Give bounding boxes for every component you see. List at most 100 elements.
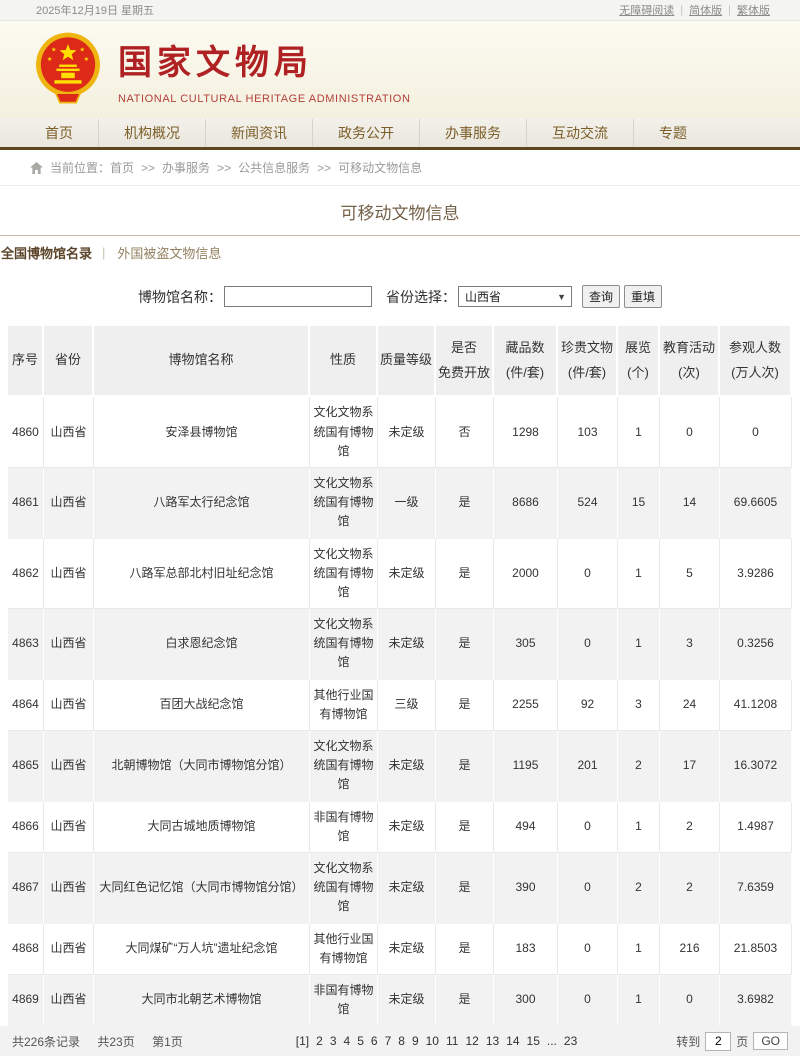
table-cell: 4866 [8, 802, 44, 853]
page-link[interactable]: 23 [564, 1034, 577, 1048]
table-cell: 1 [618, 539, 660, 610]
total-pages: 共23页 [97, 1035, 134, 1049]
breadcrumb-item[interactable]: 可移动文物信息 [338, 161, 422, 175]
table-cell: 大同煤矿“万人坑”遗址纪念馆 [94, 924, 310, 975]
page-link[interactable]: 11 [446, 1034, 458, 1048]
page-link[interactable]: 6 [371, 1034, 378, 1048]
table-cell: 1 [618, 802, 660, 853]
table-cell: 0 [558, 539, 618, 610]
table-cell: 305 [494, 609, 558, 680]
table-cell: 4860 [8, 397, 44, 468]
table-cell: 21.8503 [720, 924, 792, 975]
table-cell: 1 [618, 609, 660, 680]
column-header: 藏品数(件/套) [494, 326, 558, 397]
page-link[interactable]: 10 [426, 1034, 439, 1048]
page-link[interactable]: 5 [357, 1034, 364, 1048]
table-cell: 三级 [378, 680, 436, 731]
topbar-link-separator: | [680, 4, 683, 16]
table-header-row: 序号省份博物馆名称性质质量等级是否免费开放藏品数(件/套)珍贵文物(件/套)展览… [8, 326, 792, 397]
table-cell: 其他行业国有博物馆 [310, 924, 378, 975]
reset-button[interactable]: 重填 [624, 285, 662, 308]
table-cell: 1298 [494, 397, 558, 468]
province-selected-value: 山西省 [465, 288, 501, 305]
table-cell: 文化文物系统国有博物馆 [310, 731, 378, 802]
topbar-link[interactable]: 繁体版 [737, 2, 770, 18]
nav-item-3[interactable]: 新闻资讯 [205, 119, 312, 147]
nav-item-7[interactable]: 专题 [633, 119, 712, 147]
breadcrumb-item[interactable]: 首页 [110, 161, 134, 175]
page-link[interactable]: 12 [465, 1034, 478, 1048]
page-link[interactable]: 2 [316, 1034, 323, 1048]
nav-item-2[interactable]: 机构概况 [98, 119, 205, 147]
table-cell: 八路军太行纪念馆 [94, 468, 310, 539]
masthead: ★ ★ ★ ★ 国家文物局 NATIONAL CULTURAL HERITAGE… [0, 21, 800, 118]
table-cell: 是 [436, 609, 494, 680]
breadcrumb-item[interactable]: 公共信息服务 [238, 161, 310, 175]
page-link[interactable]: 9 [412, 1034, 419, 1048]
table-cell: 山西省 [44, 853, 94, 924]
total-records: 共226条记录 [12, 1035, 80, 1049]
goto-page: 转到 页 GO [676, 1032, 788, 1051]
tab-museum-directory[interactable]: 全国博物馆名录 [0, 243, 102, 262]
page-link[interactable]: ... [547, 1034, 557, 1048]
column-header: 博物馆名称 [94, 326, 310, 397]
table-cell: 未定级 [378, 924, 436, 975]
table-cell: 山西省 [44, 680, 94, 731]
page-link[interactable]: 7 [385, 1034, 392, 1048]
breadcrumb-item[interactable]: 办事服务 [162, 161, 210, 175]
go-button[interactable]: GO [753, 1032, 788, 1050]
table-cell: 4869 [8, 975, 44, 1026]
table-cell: 否 [436, 397, 494, 468]
table-cell: 41.1208 [720, 680, 792, 731]
table-cell: 15 [618, 468, 660, 539]
table-cell: 文化文物系统国有博物馆 [310, 539, 378, 610]
topbar-link[interactable]: 简体版 [689, 2, 722, 18]
table-cell: 大同市北朝艺术博物馆 [94, 975, 310, 1026]
table-cell: 4862 [8, 539, 44, 610]
goto-page-input[interactable] [705, 1032, 731, 1051]
nav-item-1[interactable]: 首页 [20, 119, 98, 147]
table-cell: 北朝博物馆（大同市博物馆分馆） [94, 731, 310, 802]
column-header: 教育活动(次) [660, 326, 720, 397]
table-cell: 是 [436, 680, 494, 731]
table-cell: 3.9286 [720, 539, 792, 610]
table-cell: 安泽县博物馆 [94, 397, 310, 468]
nav-item-6[interactable]: 互动交流 [526, 119, 633, 147]
table-cell: 69.6605 [720, 468, 792, 539]
breadcrumb-separator: >> [141, 161, 155, 175]
table-cell: 2 [660, 853, 720, 924]
table-cell: 216 [660, 924, 720, 975]
nav-item-4[interactable]: 政务公开 [312, 119, 419, 147]
tab-stolen-relics[interactable]: 外国被盗文物信息 [105, 243, 233, 262]
page-link[interactable]: 3 [330, 1034, 337, 1048]
table-cell: 山西省 [44, 731, 94, 802]
table-cell: 其他行业国有博物馆 [310, 680, 378, 731]
table-cell: 是 [436, 468, 494, 539]
page-link[interactable]: 15 [527, 1034, 540, 1048]
column-header: 序号 [8, 326, 44, 397]
table-cell: 山西省 [44, 609, 94, 680]
page-link[interactable]: 8 [398, 1034, 405, 1048]
query-button[interactable]: 查询 [582, 285, 620, 308]
table-cell: 0 [558, 853, 618, 924]
page-link[interactable]: 13 [486, 1034, 499, 1048]
column-header: 是否免费开放 [436, 326, 494, 397]
nav-item-5[interactable]: 办事服务 [419, 119, 526, 147]
table-row: 4862山西省八路军总部北村旧址纪念馆文化文物系统国有博物馆未定级是200001… [8, 539, 792, 610]
province-select[interactable]: 山西省 ▼ [458, 286, 572, 307]
table-cell: 0 [558, 975, 618, 1026]
column-header: 参观人数(万人次) [720, 326, 792, 397]
table-cell: 山西省 [44, 975, 94, 1026]
table-cell: 0 [720, 397, 792, 468]
page-links: [1]23456789101112131415...23 [296, 1034, 577, 1048]
table-cell: 文化文物系统国有博物馆 [310, 468, 378, 539]
table-cell: 8686 [494, 468, 558, 539]
page-link[interactable]: 4 [344, 1034, 351, 1048]
topbar-link-separator: | [728, 4, 731, 16]
topbar-link[interactable]: 无障碍阅读 [619, 2, 674, 18]
museum-name-input[interactable] [224, 286, 372, 307]
table-cell: 文化文物系统国有博物馆 [310, 609, 378, 680]
table-cell: 1 [618, 924, 660, 975]
page-link[interactable]: 14 [506, 1034, 519, 1048]
table-cell: 0.3256 [720, 609, 792, 680]
